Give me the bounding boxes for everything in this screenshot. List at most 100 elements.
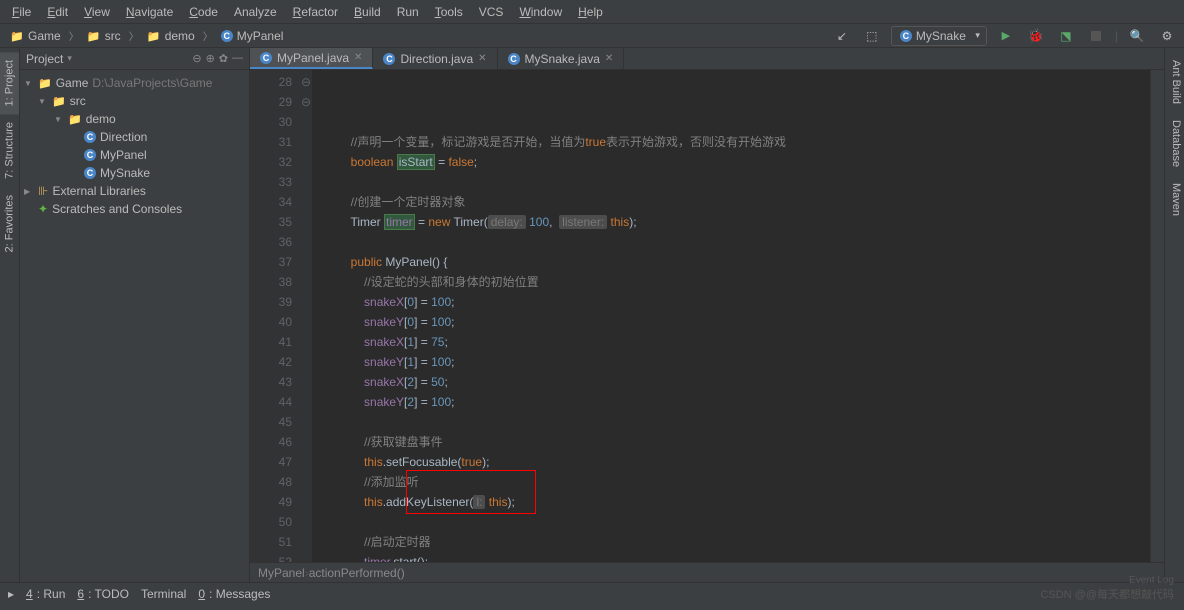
close-tab-icon[interactable]: ✕: [605, 53, 613, 64]
lib-icon: ⊪: [38, 184, 48, 198]
tree-item[interactable]: MyPanel: [20, 146, 249, 164]
crumb[interactable]: MyPanel: [258, 566, 305, 580]
class-icon: [221, 30, 233, 42]
class-icon: [900, 30, 912, 42]
status-item[interactable]: Terminal: [141, 587, 186, 601]
right-tool-tabs: Ant BuildDatabaseMaven: [1164, 48, 1184, 582]
tree-item[interactable]: src: [20, 92, 249, 110]
tree-arrow-icon[interactable]: [54, 114, 64, 124]
folder-icon: [87, 29, 101, 43]
toolbar-right: ↙ ⬚ MySnake ▶ 🐞 ⬔ | 🔍 ⚙: [831, 25, 1178, 47]
menu-view[interactable]: View: [76, 2, 118, 22]
tool-tab[interactable]: 1: Project: [0, 52, 19, 114]
breadcrumb-sep: [203, 28, 213, 43]
hide-icon[interactable]: —: [232, 52, 243, 65]
editor-tab[interactable]: MyPanel.java✕: [250, 48, 373, 69]
settings-icon[interactable]: ✿: [219, 52, 228, 65]
breadcrumb-item[interactable]: Game: [6, 27, 65, 45]
menu-tools[interactable]: Tools: [427, 2, 471, 22]
scratch-icon: ✦: [38, 202, 48, 216]
menu-edit[interactable]: Edit: [39, 2, 76, 22]
breadcrumb-item[interactable]: src: [83, 27, 125, 45]
code-text[interactable]: //声明一个变量，标记游戏是否开始，当值为true表示开始游戏，否则没有开始游戏…: [312, 70, 1150, 562]
class-icon: [84, 131, 96, 143]
menu-build[interactable]: Build: [346, 2, 389, 22]
debug-button[interactable]: 🐞: [1025, 25, 1047, 47]
project-panel: Project ▾ ⊖ ⊕ ✿ — Game D:\JavaProjects\G…: [20, 48, 250, 582]
tree-item[interactable]: ⊪External Libraries: [20, 182, 249, 200]
editor: MyPanel.java✕Direction.java✕MySnake.java…: [250, 48, 1164, 582]
run-coverage-button[interactable]: ⬔: [1055, 25, 1077, 47]
menu-navigate[interactable]: Navigate: [118, 2, 181, 22]
panel-title: Project: [26, 52, 63, 66]
breadcrumb-sep: [129, 28, 139, 43]
status-bar: ▸4: Run6: TODOTerminal0: Messages: [0, 582, 1184, 604]
gutter-marks: ⊖⊖: [300, 70, 312, 562]
editor-tab[interactable]: Direction.java✕: [373, 48, 497, 69]
status-item[interactable]: 0: Messages: [198, 587, 270, 601]
code-area[interactable]: 2829303132333435363738394041424344454647…: [250, 70, 1164, 562]
tool-tab[interactable]: Ant Build: [1165, 52, 1184, 112]
editor-tabs: MyPanel.java✕Direction.java✕MySnake.java…: [250, 48, 1164, 70]
breadcrumb-item[interactable]: MyPanel: [217, 27, 288, 45]
select-opened-icon[interactable]: ⊕: [206, 52, 215, 65]
class-icon: [508, 53, 520, 65]
tree-item[interactable]: Game D:\JavaProjects\Game: [20, 74, 249, 92]
folder-icon: [38, 76, 52, 90]
panel-header: Project ▾ ⊖ ⊕ ✿ —: [20, 48, 249, 70]
class-icon: [84, 149, 96, 161]
menu-file[interactable]: File: [4, 2, 39, 22]
toolbar-row: Gamesrcdemo MyPanel ↙ ⬚ MySnake ▶ 🐞 ⬔ | 🔍…: [0, 24, 1184, 48]
menu-run[interactable]: Run: [389, 2, 427, 22]
run-button[interactable]: ▶: [995, 25, 1017, 47]
settings-wheel-icon[interactable]: ⚙: [1156, 25, 1178, 47]
tree-arrow-icon[interactable]: [24, 78, 34, 88]
error-stripe[interactable]: [1150, 70, 1164, 562]
stop-button[interactable]: [1085, 25, 1107, 47]
tree-arrow-icon[interactable]: [24, 186, 34, 196]
tool-tab[interactable]: 2: Favorites: [0, 187, 19, 260]
class-icon: [260, 52, 272, 64]
line-numbers: 2829303132333435363738394041424344454647…: [250, 70, 300, 562]
run-config-select[interactable]: MySnake: [891, 26, 987, 46]
status-left: ▸4: Run6: TODOTerminal0: Messages: [8, 587, 270, 601]
inner-breadcrumbs: MyPanel › actionPerformed(): [250, 562, 1164, 582]
tool-tab[interactable]: Maven: [1165, 175, 1184, 224]
menu-window[interactable]: Window: [511, 2, 570, 22]
menu-help[interactable]: Help: [570, 2, 611, 22]
editor-tab[interactable]: MySnake.java✕: [498, 48, 625, 69]
menu-analyze[interactable]: Analyze: [226, 2, 285, 22]
folder-icon: [52, 94, 66, 108]
menu-refactor[interactable]: Refactor: [285, 2, 346, 22]
folder-icon: [10, 29, 24, 43]
tree-item[interactable]: Direction: [20, 128, 249, 146]
menu-vcs[interactable]: VCS: [471, 2, 512, 22]
class-icon: [383, 53, 395, 65]
toolbar-icon[interactable]: ↙: [831, 25, 853, 47]
tool-tab[interactable]: 7: Structure: [0, 114, 19, 187]
crumb[interactable]: actionPerformed(): [309, 566, 405, 580]
class-icon: [84, 167, 96, 179]
breadcrumbs: Gamesrcdemo MyPanel: [6, 27, 287, 45]
status-item[interactable]: 4: Run: [26, 587, 65, 601]
breadcrumb-item[interactable]: demo: [143, 27, 199, 45]
tree-arrow-icon[interactable]: [38, 96, 48, 106]
project-tree: Game D:\JavaProjects\GamesrcdemoDirectio…: [20, 70, 249, 222]
status-item[interactable]: 6: TODO: [77, 587, 129, 601]
tree-item[interactable]: demo: [20, 110, 249, 128]
main-menu: FileEditViewNavigateCodeAnalyzeRefactorB…: [0, 0, 1184, 24]
breadcrumb-sep: [69, 28, 79, 43]
panel-dropdown-icon[interactable]: ▾: [67, 53, 72, 64]
close-tab-icon[interactable]: ✕: [354, 52, 362, 63]
tree-item[interactable]: MySnake: [20, 164, 249, 182]
tree-item[interactable]: ✦Scratches and Consoles: [20, 200, 249, 218]
tool-tab[interactable]: Database: [1165, 112, 1184, 175]
run-config-name: MySnake: [916, 29, 966, 43]
search-button[interactable]: 🔍: [1126, 25, 1148, 47]
folder-icon: [147, 29, 161, 43]
event-log-link[interactable]: Event Log: [1129, 575, 1174, 586]
toolbar-icon[interactable]: ⬚: [861, 25, 883, 47]
collapse-icon[interactable]: ⊖: [192, 52, 201, 65]
close-tab-icon[interactable]: ✕: [478, 53, 486, 64]
menu-code[interactable]: Code: [181, 2, 226, 22]
